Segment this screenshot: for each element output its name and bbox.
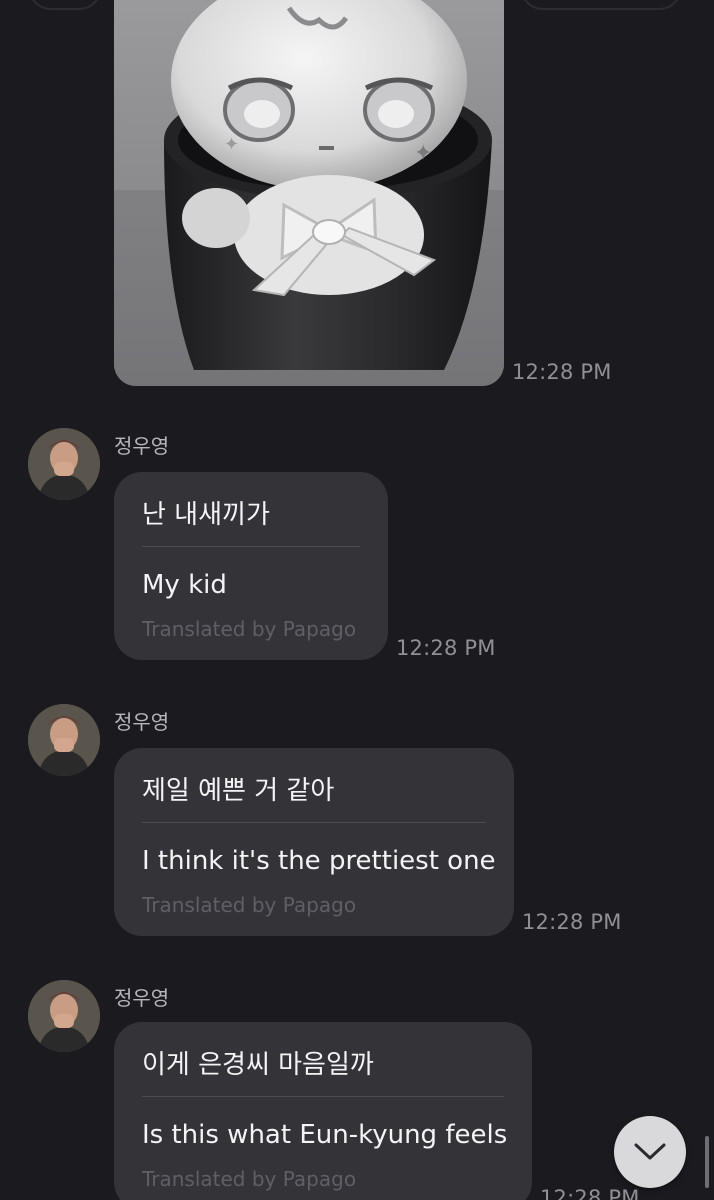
- translated-by-label: Translated by Papago: [142, 617, 357, 641]
- message-bubble[interactable]: 제일 예쁜 거 같아 I think it's the prettiest on…: [114, 748, 514, 936]
- scrollbar[interactable]: [705, 1136, 709, 1188]
- plush-photo-image: ✦ ✦: [114, 0, 504, 386]
- scroll-to-bottom-button[interactable]: [614, 1116, 686, 1188]
- sender-name: 정우영: [114, 710, 170, 734]
- translated-text: I think it's the prettiest one: [142, 846, 496, 876]
- original-text: 난 내새끼가: [142, 500, 270, 530]
- original-text: 이게 은경씨 마음일까: [142, 1050, 374, 1080]
- message-bubble[interactable]: 난 내새끼가 My kid Translated by Papago: [114, 472, 388, 660]
- chat-screen: ✦ ✦ 12:28 PM 정우영 난 내새끼가 My kid Translate…: [0, 0, 714, 1200]
- avatar-image: [28, 704, 100, 776]
- chevron-down-icon: [634, 1143, 666, 1160]
- translated-by-label: Translated by Papago: [142, 1167, 357, 1191]
- avatar-image: [28, 428, 100, 500]
- translated-text: Is this what Eun-kyung feels: [142, 1120, 508, 1150]
- svg-text:✦: ✦: [414, 141, 432, 166]
- message-timestamp: 12:28 PM: [522, 910, 622, 934]
- top-button-partial[interactable]: [28, 0, 102, 10]
- message-bubble[interactable]: 이게 은경씨 마음일까 Is this what Eun-kyung feels…: [114, 1022, 532, 1200]
- translation-divider: [142, 1096, 504, 1097]
- avatar[interactable]: [28, 428, 100, 500]
- photo-timestamp: 12:28 PM: [512, 360, 612, 384]
- message-timestamp: 12:28 PM: [396, 636, 496, 660]
- original-text: 제일 예쁜 거 같아: [142, 776, 335, 806]
- translation-divider: [142, 822, 486, 823]
- avatar-image: [28, 980, 100, 1052]
- message-timestamp: 12:28 PM: [540, 1186, 640, 1200]
- photo-message[interactable]: ✦ ✦: [114, 0, 504, 386]
- translation-divider: [142, 546, 360, 547]
- translated-by-label: Translated by Papago: [142, 893, 357, 917]
- sender-name: 정우영: [114, 986, 170, 1010]
- top-pill-partial[interactable]: [520, 0, 682, 10]
- sender-name: 정우영: [114, 434, 170, 458]
- avatar[interactable]: [28, 980, 100, 1052]
- svg-text:✦: ✦: [224, 134, 239, 155]
- translated-text: My kid: [142, 570, 227, 600]
- avatar[interactable]: [28, 704, 100, 776]
